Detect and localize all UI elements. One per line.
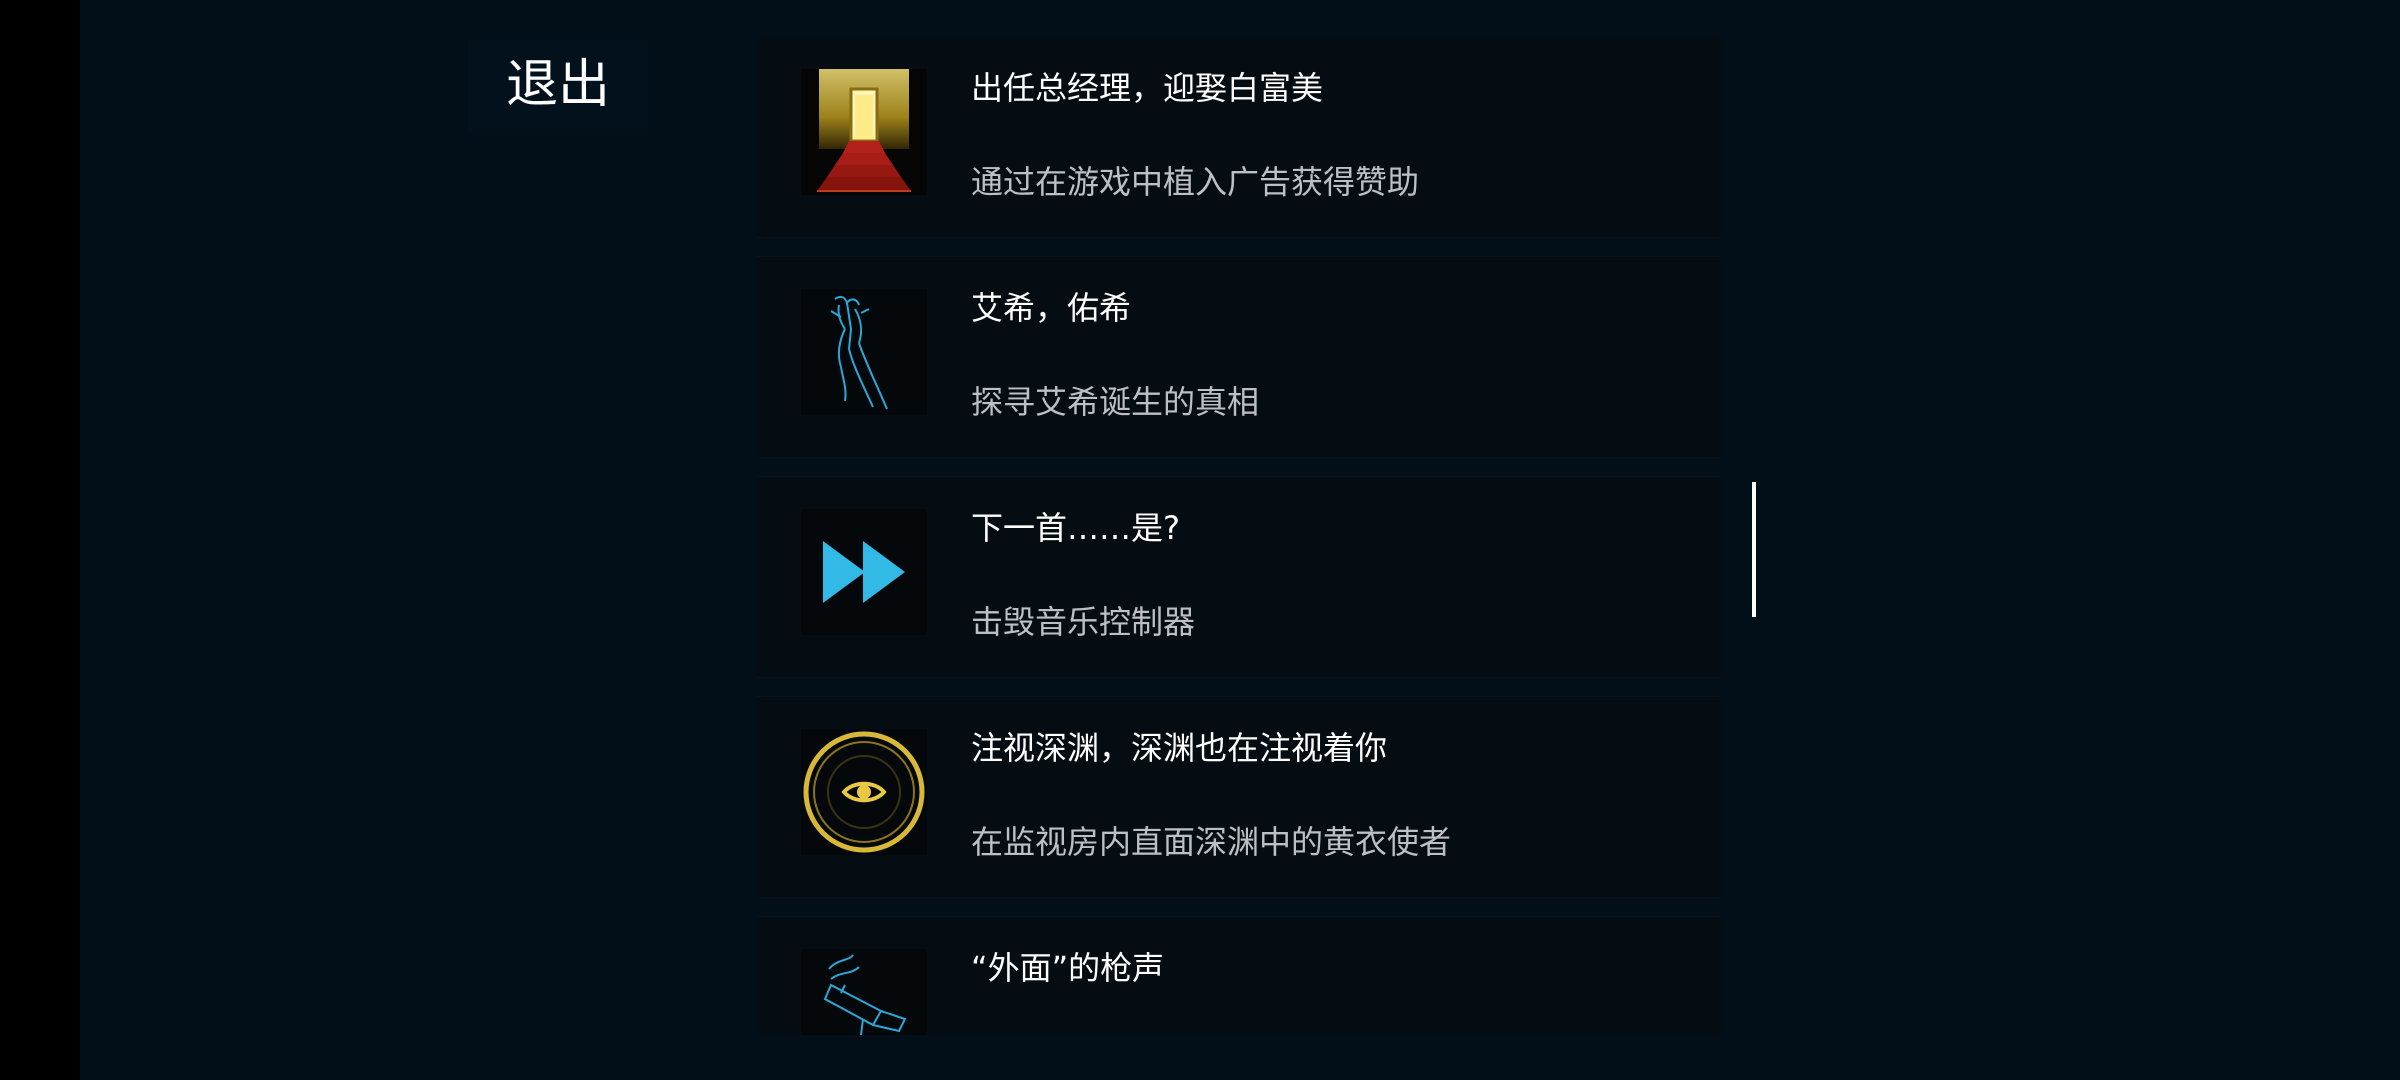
achievement-title: 出任总经理，迎娶白富美 xyxy=(971,69,1324,107)
achievements-screen: 退出 出任总经理，迎娶白富美 通过在游戏中植入广告获得赞助 艾希，佑希 探寻艾希… xyxy=(0,0,2400,1080)
achievement-title: 注视深渊，深渊也在注视着你 xyxy=(971,729,1388,767)
golden-eye-circle-icon xyxy=(801,729,927,855)
achievement-card[interactable]: 注视深渊，深渊也在注视着你 在监视房内直面深渊中的黄衣使者 xyxy=(757,697,1721,897)
blue-figure-sketch-icon xyxy=(801,289,927,415)
achievement-title: “外面”的枪声 xyxy=(971,949,1165,987)
achievement-card[interactable]: “外面”的枪声 xyxy=(757,917,1721,1035)
achievement-description: 在监视房内直面深渊中的黄衣使者 xyxy=(971,823,1452,861)
achievement-title: 艾希，佑希 xyxy=(971,289,1132,327)
golden-stairway-door-icon xyxy=(801,69,927,195)
achievement-card[interactable]: 下一首……是? 击毁音乐控制器 xyxy=(757,477,1721,677)
fast-forward-icon xyxy=(801,509,927,635)
achievement-card[interactable]: 出任总经理，迎娶白富美 通过在游戏中植入广告获得赞助 xyxy=(757,37,1721,237)
exit-button[interactable]: 退出 xyxy=(468,40,648,130)
achievement-list[interactable]: 出任总经理，迎娶白富美 通过在游戏中植入广告获得赞助 艾希，佑希 探寻艾希诞生的… xyxy=(757,37,1721,1035)
blue-gun-sketch-icon xyxy=(801,949,927,1035)
achievement-description: 通过在游戏中植入广告获得赞助 xyxy=(971,163,1420,201)
achievement-description: 击毁音乐控制器 xyxy=(971,603,1196,641)
achievement-description: 探寻艾希诞生的真相 xyxy=(971,383,1260,421)
scrollbar-thumb[interactable] xyxy=(1752,482,1756,617)
achievement-title: 下一首……是? xyxy=(971,509,1180,547)
left-edge-bar xyxy=(0,0,80,1080)
achievement-card[interactable]: 艾希，佑希 探寻艾希诞生的真相 xyxy=(757,257,1721,457)
